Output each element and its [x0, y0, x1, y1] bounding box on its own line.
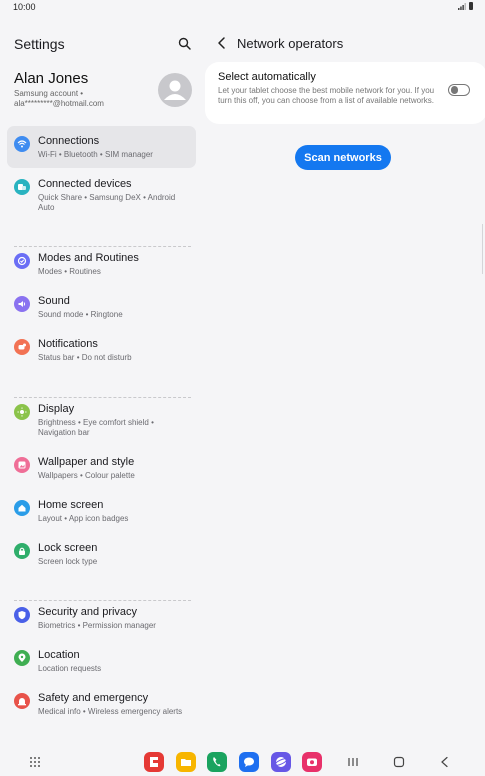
settings-item-label: Modes and Routines — [38, 252, 139, 264]
settings-item-subtitle: Screen lock type — [38, 557, 98, 566]
settings-title: Settings — [14, 36, 65, 52]
signal-icon — [458, 2, 466, 10]
settings-item-subtitle: Medical info • Wireless emergency alerts — [38, 707, 183, 716]
settings-item-label: Connected devices — [38, 178, 132, 190]
status-icons — [458, 2, 473, 10]
messages-icon[interactable] — [239, 752, 259, 772]
settings-item-sound[interactable]: Sound Sound mode • Ringtone — [7, 286, 196, 328]
sun-icon — [14, 404, 30, 420]
scan-networks-button[interactable]: Scan networks — [295, 145, 391, 170]
settings-item-subtitle: Wallpapers • Colour palette — [38, 471, 135, 480]
person-icon — [164, 80, 186, 100]
select-automatically-card[interactable]: Select automatically Let your tablet cho… — [205, 62, 485, 124]
location-pin-icon — [14, 650, 30, 666]
image-icon — [14, 457, 30, 473]
page-title: Network operators — [237, 36, 344, 51]
back-button-icon[interactable] — [439, 756, 451, 768]
settings-item-subtitle: Brightness • Eye comfort shield • Naviga… — [38, 418, 154, 437]
settings-item-label: Lock screen — [38, 542, 98, 554]
battery-icon — [469, 2, 473, 10]
status-bar: 10:00 — [0, 0, 485, 14]
settings-item-label: Display — [38, 403, 75, 415]
home-button-icon[interactable] — [393, 756, 405, 768]
my-files-icon[interactable] — [176, 752, 196, 772]
navigation-bar — [0, 748, 485, 776]
settings-item-label: Notifications — [38, 338, 98, 350]
network-operators-pane: Network operators Select automatically L… — [203, 14, 485, 748]
search-icon[interactable] — [177, 36, 193, 52]
select-automatically-label: Select automatically — [218, 71, 316, 83]
shield-icon — [14, 607, 30, 623]
settings-item-subtitle: Sound mode • Ringtone — [38, 310, 123, 319]
settings-item-label: Wallpaper and style — [38, 456, 135, 468]
settings-item-subtitle: Location requests — [38, 664, 102, 673]
recents-icon[interactable] — [347, 756, 359, 768]
settings-item-subtitle: Wi-Fi • Bluetooth • SIM manager — [38, 150, 153, 159]
internet-icon[interactable] — [271, 752, 291, 772]
settings-item-label: Safety and emergency — [38, 692, 149, 704]
settings-item-subtitle: Quick Share • Samsung DeX • Android Auto — [38, 193, 176, 212]
phone-icon[interactable] — [207, 752, 227, 772]
settings-item-home-screen[interactable]: Home screen Layout • App icon badges — [7, 490, 196, 532]
home-icon — [14, 500, 30, 516]
status-time: 10:00 — [13, 2, 36, 12]
bell-icon — [14, 339, 30, 355]
settings-item-notifications[interactable]: Notifications Status bar • Do not disturb — [7, 329, 196, 371]
settings-item-safety-and-emergency[interactable]: Safety and emergency Medical info • Wirel… — [7, 683, 196, 725]
check-circle-icon — [14, 253, 30, 269]
speaker-icon — [14, 296, 30, 312]
settings-item-subtitle: Biometrics • Permission manager — [38, 621, 156, 630]
lock-icon — [14, 543, 30, 559]
settings-item-connections[interactable]: Connections Wi-Fi • Bluetooth • SIM manag… — [7, 126, 196, 168]
settings-item-subtitle: Modes • Routines — [38, 267, 101, 276]
settings-item-subtitle: Status bar • Do not disturb — [38, 353, 132, 362]
settings-item-label: Connections — [38, 135, 100, 147]
toggle-knob — [450, 86, 458, 94]
settings-item-modes-and-routines[interactable]: Modes and Routines Modes • Routines — [7, 243, 196, 285]
select-automatically-toggle[interactable] — [448, 84, 470, 96]
flipboard-icon[interactable] — [144, 752, 164, 772]
settings-item-label: Security and privacy — [38, 606, 138, 618]
wifi-icon — [14, 136, 30, 152]
settings-item-security-and-privacy[interactable]: Security and privacy Biometrics • Permiss… — [7, 597, 196, 639]
settings-item-lock-screen[interactable]: Lock screen Screen lock type — [7, 533, 196, 575]
emergency-icon — [14, 693, 30, 709]
back-arrow-icon[interactable] — [215, 36, 229, 50]
settings-item-label: Home screen — [38, 499, 104, 511]
avatar[interactable] — [158, 73, 192, 107]
settings-item-display[interactable]: Display Brightness • Eye comfort shield •… — [7, 394, 196, 446]
settings-item-location[interactable]: Location Location requests — [7, 640, 196, 682]
camera-icon[interactable] — [302, 752, 322, 772]
settings-item-wallpaper-and-style[interactable]: Wallpaper and style Wallpapers • Colour p… — [7, 447, 196, 489]
select-automatically-description: Let your tablet choose the best mobile n… — [218, 86, 435, 105]
apps-grid-icon[interactable] — [29, 756, 41, 768]
devices-icon — [14, 179, 30, 195]
settings-pane: Settings Alan Jones Samsung account • al… — [0, 14, 203, 748]
settings-item-label: Sound — [38, 295, 70, 307]
settings-item-connected-devices[interactable]: Connected devices Quick Share • Samsung D… — [7, 169, 196, 221]
settings-item-subtitle: Layout • App icon badges — [38, 514, 129, 523]
settings-item-label: Location — [38, 649, 80, 661]
